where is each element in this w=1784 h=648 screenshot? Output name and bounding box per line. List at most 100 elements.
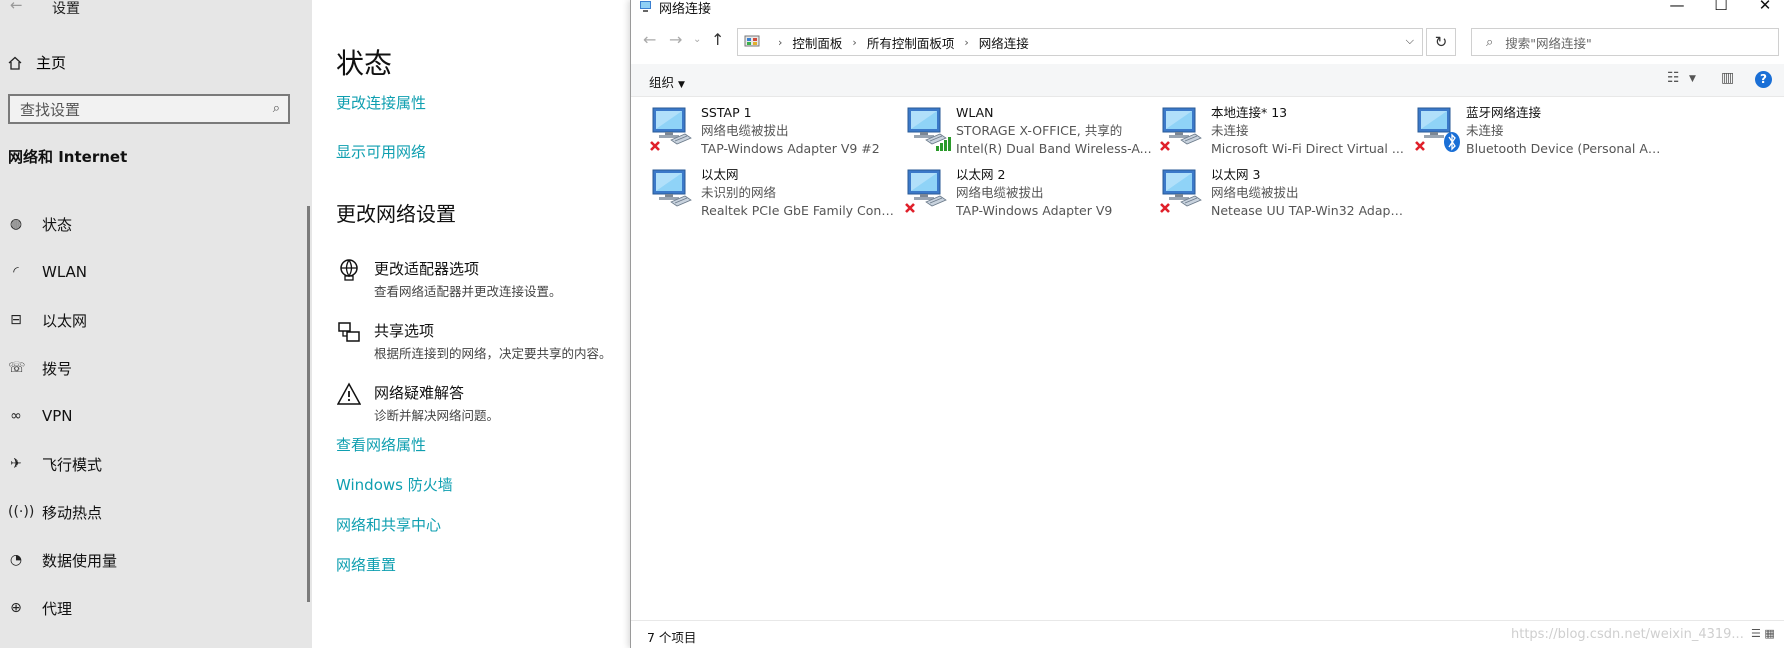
nav-label: 数据使用量: [42, 551, 118, 570]
preview-pane-icon[interactable]: ▥: [1721, 70, 1734, 86]
settings-search-placeholder: 查找设置: [20, 100, 81, 119]
connection-item[interactable]: WLAN STORAGE X-OFFICE, 共享的 Intel(R) Dual B…: [902, 104, 1152, 160]
explorer-toolbar: 组织 ▼ ☷ ▼ ▥ ?: [631, 64, 1784, 97]
warning-icon: [336, 382, 362, 408]
breadcrumb-separator-icon: ›: [778, 35, 783, 49]
control-panel-icon: [744, 35, 760, 47]
change-network-settings-heading: 更改网络设置: [336, 202, 456, 226]
forward-icon[interactable]: →: [669, 30, 682, 49]
connection-status: STORAGE X-OFFICE, 共享的: [956, 123, 1123, 138]
connection-device: Microsoft Wi-Fi Direct Virtual ...: [1211, 141, 1404, 156]
windows-firewall-link[interactable]: Windows 防火墙: [336, 474, 453, 495]
connection-status: 未连接: [1466, 123, 1504, 138]
connection-info: 以太网 3 网络电缆被拔出 Netease UU TAP-Win32 Adapt..…: [1211, 166, 1407, 222]
connection-item[interactable]: 蓝牙网络连接 未连接 Bluetooth Device (Personal Ar..…: [1412, 104, 1662, 160]
nav-item-proxy[interactable]: ⊕ 代理: [8, 584, 117, 632]
connection-item[interactable]: 以太网 未识别的网络 Realtek PCIe GbE Family Contr..…: [647, 166, 897, 222]
refresh-icon: ↻: [1434, 33, 1448, 51]
nav-label: WLAN: [42, 263, 88, 281]
hotspot-icon: ((·)): [8, 504, 35, 520]
network-connections-window: 网络连接 — ☐ ✕ ← → ⌄ ↑ › 控制面板 › 所有控制面板项 › 网络…: [630, 0, 1784, 648]
connection-status: 网络电缆被拔出: [1211, 185, 1299, 200]
nav-label: 拨号: [42, 359, 73, 378]
network-adapter-icon: [1157, 104, 1207, 156]
search-icon[interactable]: ⌕: [273, 101, 280, 116]
connection-device: Netease UU TAP-Win32 Adapt...: [1211, 203, 1407, 218]
dialup-icon: ☏: [8, 360, 26, 376]
view-toggle-icon[interactable]: ☰ ▦: [1751, 627, 1775, 640]
nav-label: VPN: [42, 407, 73, 425]
close-icon[interactable]: ✕: [1745, 0, 1784, 14]
connection-item[interactable]: SSTAP 1 网络电缆被拔出 TAP-Windows Adapter V9 #2: [647, 104, 897, 160]
connection-status: 网络电缆被拔出: [701, 123, 789, 138]
network-reset-link[interactable]: 网络重置: [336, 554, 396, 575]
nav-item-dialup[interactable]: ☏ 拨号: [8, 344, 117, 392]
settings-nav-list: ◍ 状态 ◜ WLAN ⊟ 以太网 ☏ 拨号 ∞ VPN ✈ 飞行模式 ((·)…: [8, 200, 117, 632]
change-view-icon[interactable]: ☷: [1667, 70, 1680, 86]
airplane-icon: ✈: [10, 456, 22, 472]
nav-label: 代理: [42, 599, 73, 618]
nav-item-status[interactable]: ◍ 状态: [8, 200, 117, 248]
view-dropdown-icon[interactable]: ▼: [1689, 74, 1696, 84]
breadcrumb-all-items[interactable]: 所有控制面板项: [867, 33, 955, 52]
back-icon[interactable]: ←: [643, 30, 656, 49]
settings-search-input[interactable]: 查找设置 ⌕: [8, 94, 290, 124]
nav-item-ethernet[interactable]: ⊟ 以太网: [8, 296, 117, 344]
address-dropdown-chevron-icon[interactable]: ⌵: [1406, 34, 1414, 48]
breadcrumb-separator-icon: ›: [964, 35, 969, 49]
breadcrumb-control-panel[interactable]: 控制面板: [792, 33, 842, 52]
connection-status: 网络电缆被拔出: [956, 185, 1044, 200]
view-network-properties-link[interactable]: 查看网络属性: [336, 434, 426, 455]
connection-name: 以太网: [701, 167, 739, 182]
window-title: 网络连接: [659, 2, 712, 17]
nav-item-hotspot[interactable]: ((·)) 移动热点: [8, 488, 117, 536]
connection-device: Intel(R) Dual Band Wireless-A...: [956, 141, 1152, 156]
network-adapter-icon: [647, 166, 697, 218]
explorer-search-input[interactable]: ⌕ 搜索"网络连接": [1471, 28, 1779, 56]
connection-info: 本地连接* 13 未连接 Microsoft Wi-Fi Direct Virtua…: [1211, 104, 1407, 160]
change-connection-properties-link[interactable]: 更改连接属性: [336, 92, 426, 113]
network-adapter-icon: [647, 104, 697, 156]
show-available-networks-link[interactable]: 显示可用网络: [336, 141, 426, 162]
connection-status: 未连接: [1211, 123, 1249, 138]
settings-sidebar: ← 设置 主页 查找设置 ⌕ 网络和 Internet ◍ 状态 ◜ WLAN …: [0, 0, 312, 648]
network-troubleshooter[interactable]: 网络疑难解答 诊断并解决网络问题。: [336, 382, 499, 424]
home-nav-item[interactable]: 主页: [8, 52, 66, 73]
option-desc: 诊断并解决网络问题。: [374, 408, 500, 423]
connection-name: 蓝牙网络连接: [1466, 105, 1542, 120]
help-icon[interactable]: ?: [1755, 71, 1772, 88]
refresh-button[interactable]: ↻: [1426, 28, 1456, 56]
settings-titlebar: ← 设置: [0, 0, 312, 20]
maximize-icon[interactable]: ☐: [1701, 0, 1741, 14]
organize-menu-button[interactable]: 组织 ▼: [649, 72, 685, 91]
connection-item[interactable]: 以太网 3 网络电缆被拔出 Netease UU TAP-Win32 Adapt..…: [1157, 166, 1407, 222]
breadcrumb-separator-icon: ›: [852, 35, 857, 49]
sharing-options[interactable]: 共享选项 根据所连接到的网络，决定要共享的内容。: [336, 320, 612, 362]
nav-item-wlan[interactable]: ◜ WLAN: [8, 248, 117, 296]
nav-label: 飞行模式: [42, 455, 103, 474]
nav-item-vpn[interactable]: ∞ VPN: [8, 392, 117, 440]
minimize-icon[interactable]: —: [1657, 0, 1697, 14]
nav-label: 以太网: [42, 311, 88, 330]
back-arrow-icon[interactable]: ←: [10, 0, 23, 14]
connection-device: Bluetooth Device (Personal Ar...: [1466, 141, 1662, 156]
connection-item[interactable]: 本地连接* 13 未连接 Microsoft Wi-Fi Direct Virtua…: [1157, 104, 1407, 160]
address-bar[interactable]: › 控制面板 › 所有控制面板项 › 网络连接 ⌵: [737, 28, 1423, 56]
nav-item-data-usage[interactable]: ◔ 数据使用量: [8, 536, 117, 584]
connection-info: 以太网 2 网络电缆被拔出 TAP-Windows Adapter V9: [956, 166, 1152, 222]
connection-name: 本地连接* 13: [1211, 105, 1288, 120]
option-desc: 查看网络适配器并更改连接设置。: [374, 284, 562, 299]
connection-name: 以太网 3: [1211, 167, 1261, 182]
network-adapter-icon: [902, 104, 952, 156]
sharing-icon: [336, 320, 362, 346]
network-sharing-center-link[interactable]: 网络和共享中心: [336, 514, 441, 535]
nav-item-airplane[interactable]: ✈ 飞行模式: [8, 440, 117, 488]
recent-chevron-down-icon[interactable]: ⌄: [693, 34, 701, 45]
home-label: 主页: [36, 54, 67, 72]
up-icon[interactable]: ↑: [711, 30, 724, 49]
change-adapter-options[interactable]: 更改适配器选项 查看网络适配器并更改连接设置。: [336, 258, 562, 300]
connection-item[interactable]: 以太网 2 网络电缆被拔出 TAP-Windows Adapter V9: [902, 166, 1152, 222]
network-adapter-icon: [902, 166, 952, 218]
breadcrumb-network-connections[interactable]: 网络连接: [979, 33, 1029, 52]
sidebar-scrollbar[interactable]: [307, 206, 310, 602]
